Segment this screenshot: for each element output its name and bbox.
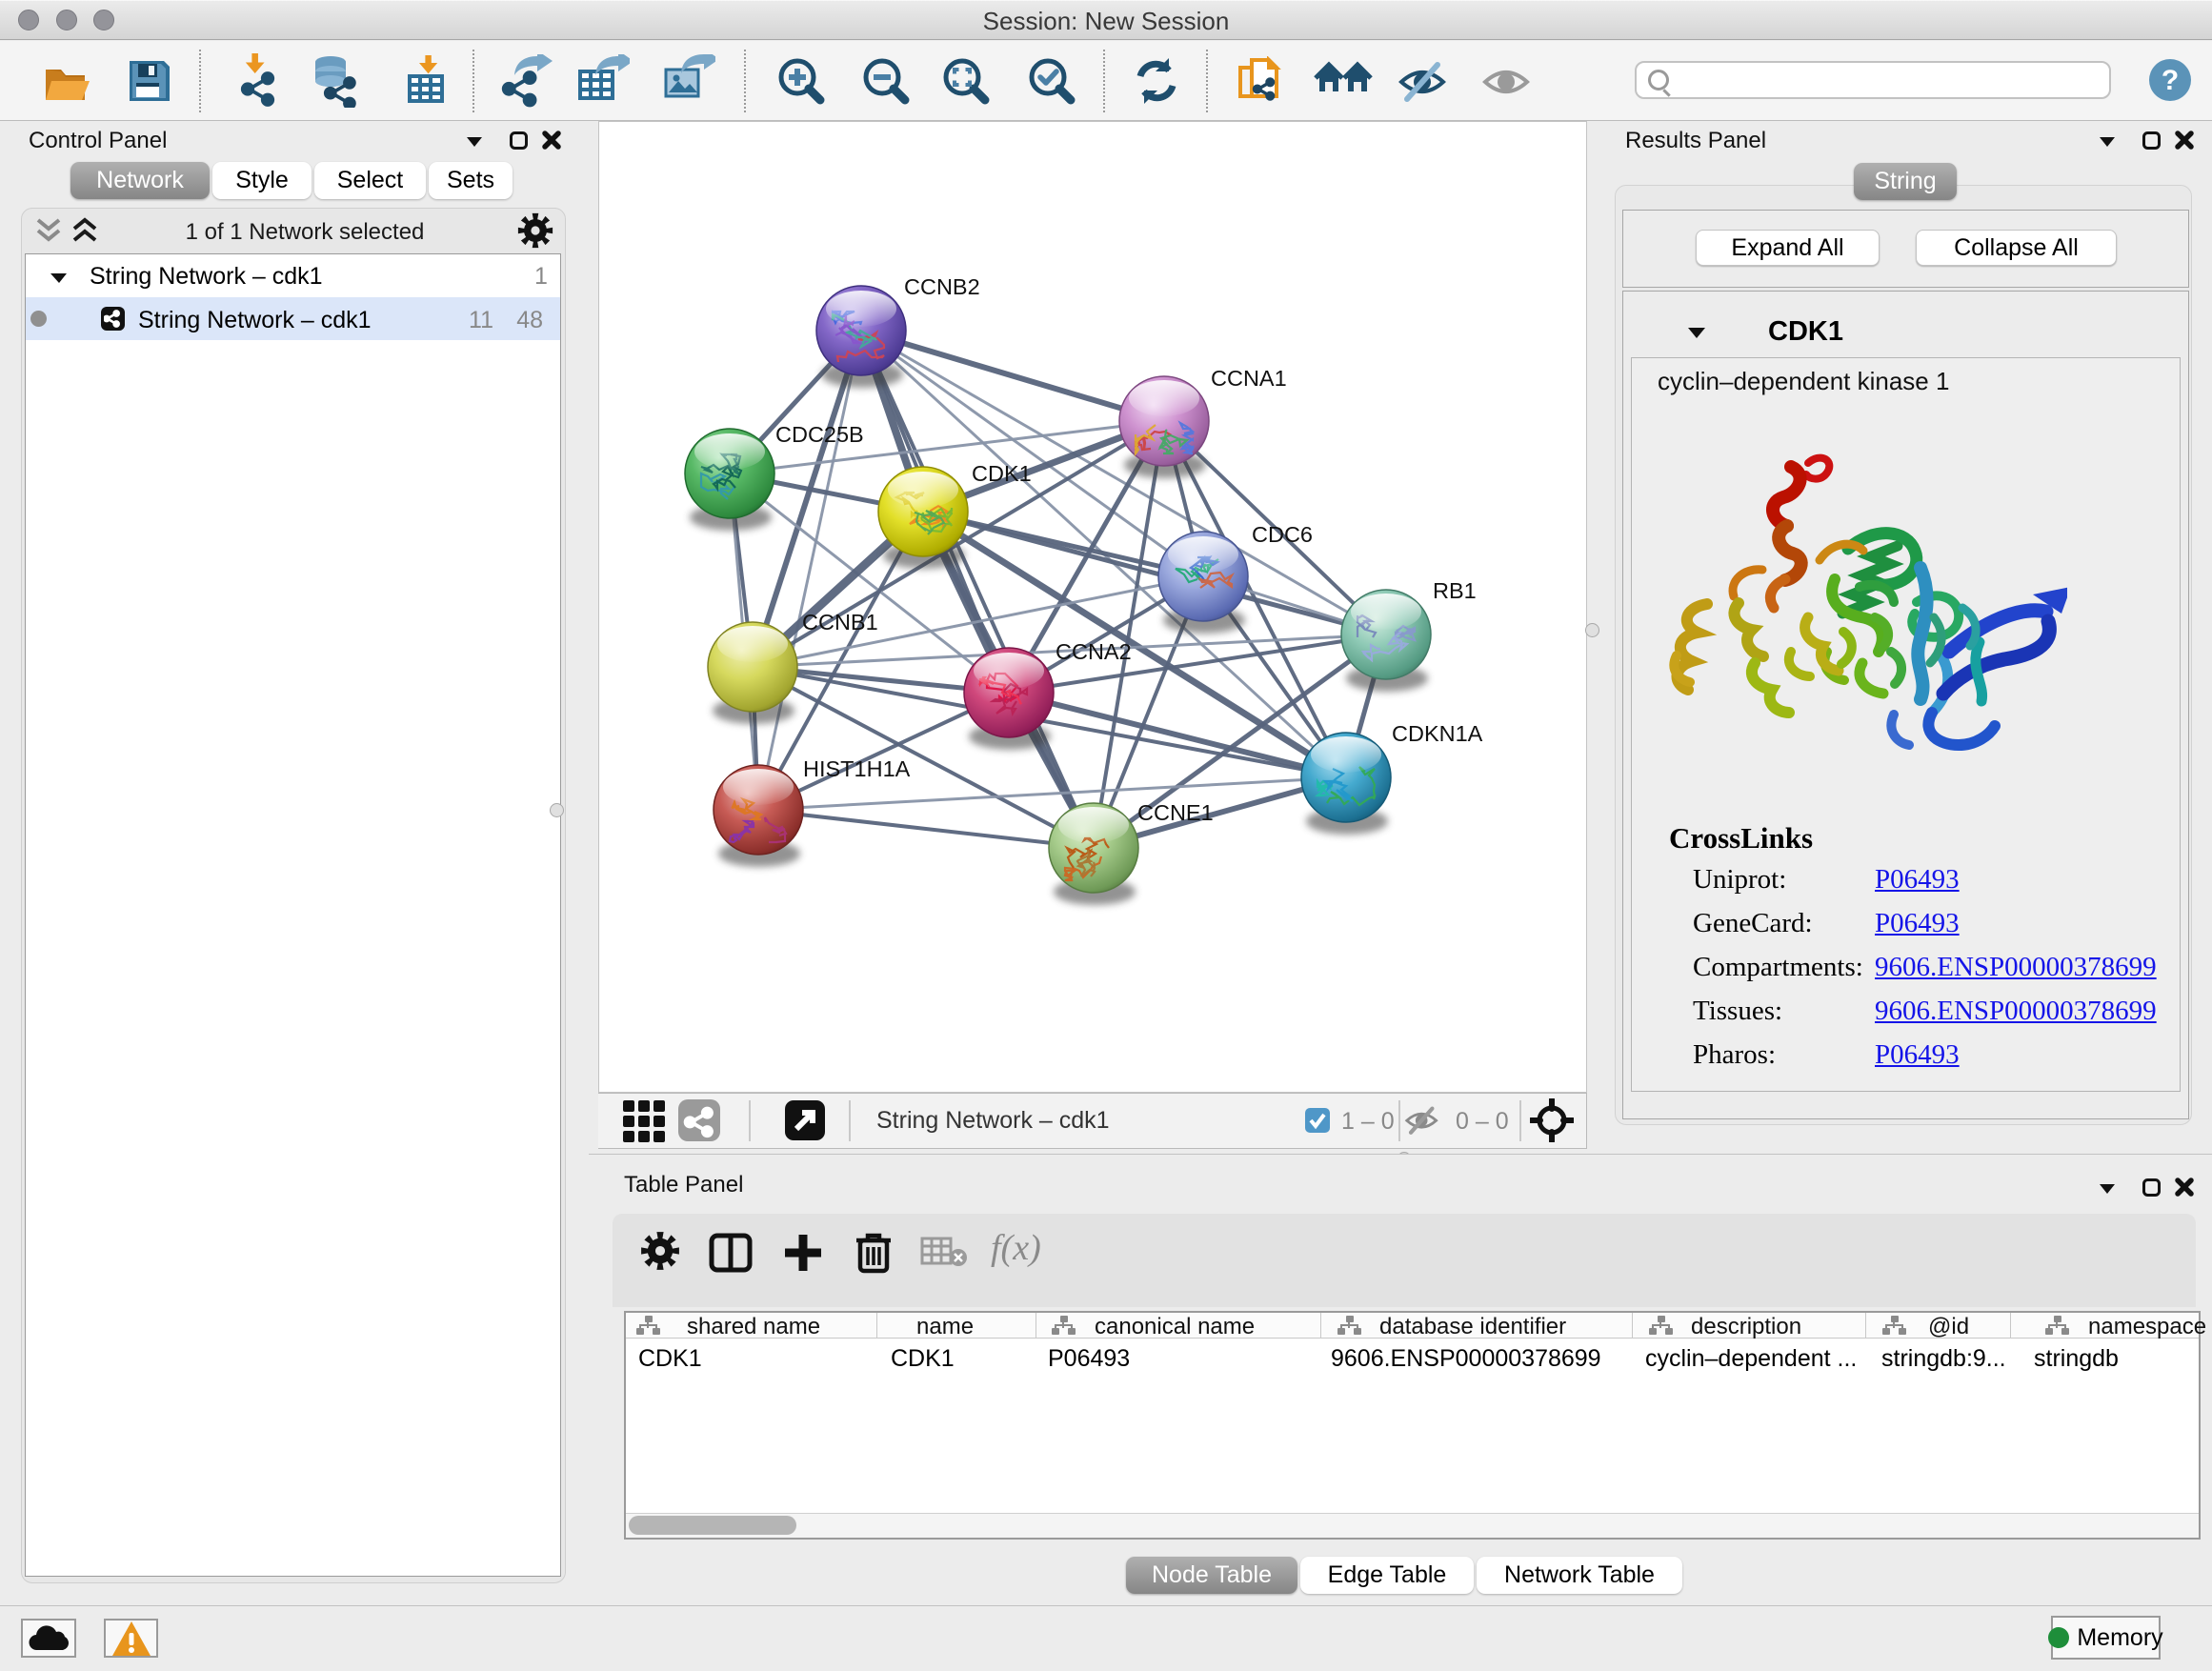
- svg-text:CDC25B: CDC25B: [775, 422, 864, 447]
- svg-text:RB1: RB1: [1433, 578, 1477, 603]
- svg-text:CDK1: CDK1: [972, 461, 1032, 486]
- svg-text:?: ?: [2162, 65, 2179, 96]
- svg-text:CCNA2: CCNA2: [1056, 639, 1132, 664]
- svg-text:CDC6: CDC6: [1252, 522, 1313, 547]
- svg-text:CCNA1: CCNA1: [1211, 366, 1287, 391]
- svg-text:CCNB2: CCNB2: [904, 274, 980, 299]
- svg-text:CCNE1: CCNE1: [1137, 800, 1214, 825]
- svg-text:HIST1H1A: HIST1H1A: [803, 756, 911, 781]
- svg-text:CDKN1A: CDKN1A: [1392, 721, 1483, 746]
- svg-text:CCNB1: CCNB1: [802, 610, 878, 634]
